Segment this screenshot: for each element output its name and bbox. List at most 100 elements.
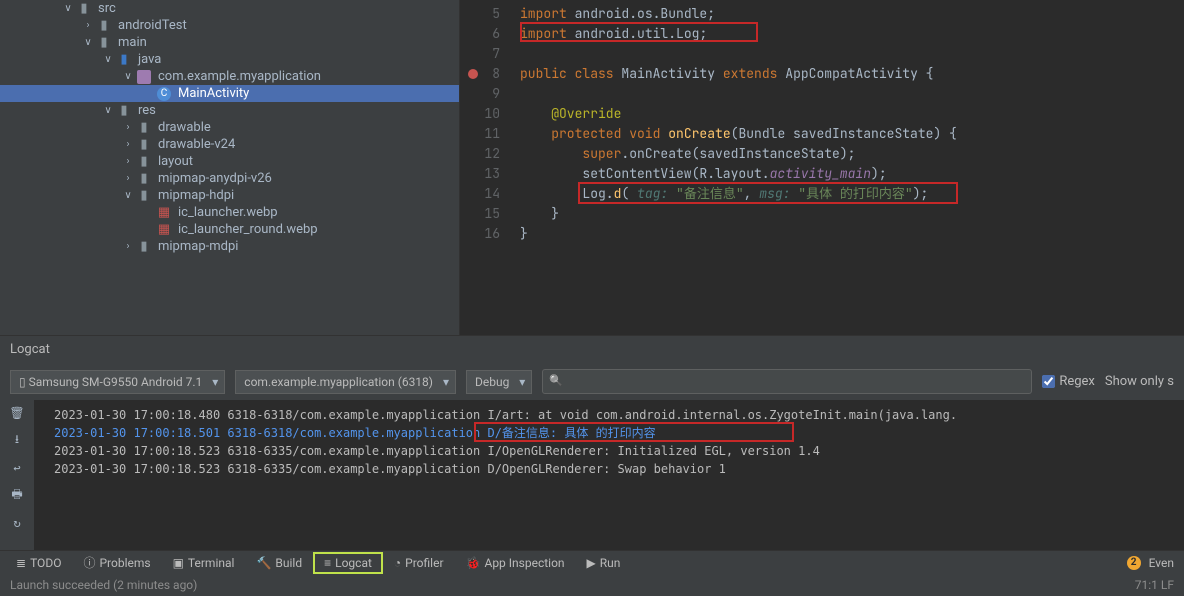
code-line[interactable]: 5import android.os.Bundle; [460, 4, 1184, 24]
tab-logcat[interactable]: ≡ Logcat [314, 553, 382, 573]
logcat-toolbar: ▯ Samsung SM-G9550 Android 7.1 com.examp… [0, 363, 1184, 400]
tab-todo[interactable]: ≣ TODO [6, 553, 71, 573]
highlight-box-log [474, 422, 794, 442]
code-editor[interactable]: 5import android.os.Bundle;6import androi… [460, 0, 1184, 335]
status-bar: Launch succeeded (2 minutes ago) 71:1 LF [0, 574, 1184, 596]
tree-item[interactable]: C MainActivity [0, 85, 459, 102]
code-line[interactable]: 13 setContentView(R.layout.activity_main… [460, 164, 1184, 184]
code-content: } [520, 204, 1184, 224]
code-line[interactable]: 12 super.onCreate(savedInstanceState); [460, 144, 1184, 164]
code-content: protected void onCreate(Bundle savedInst… [520, 124, 1184, 144]
tree-label: MainActivity [178, 86, 249, 101]
tree-item[interactable]: ›▮mipmap-mdpi [0, 238, 459, 255]
tree-item[interactable]: ic_launcher_round.webp [0, 221, 459, 238]
code-line[interactable]: 11 protected void onCreate(Bundle savedI… [460, 124, 1184, 144]
tab-terminal[interactable]: ▣ Terminal [163, 553, 245, 573]
code-line[interactable]: 9 [460, 84, 1184, 104]
tree-item[interactable]: ›▮mipmap-anydpi-v26 [0, 170, 459, 187]
gutter-line-number[interactable]: 16 [460, 224, 520, 244]
tree-item[interactable]: ∨ com.example.myapplication [0, 68, 459, 85]
chevron-icon: › [120, 241, 136, 252]
chevron-icon: › [80, 20, 96, 31]
logcat-search-input[interactable] [542, 369, 1032, 394]
tree-item[interactable]: ic_launcher.webp [0, 204, 459, 221]
code-line[interactable]: 8public class MainActivity extends AppCo… [460, 64, 1184, 84]
chevron-icon: › [120, 122, 136, 133]
gutter-line-number[interactable]: 9 [460, 84, 520, 104]
tree-label: com.example.myapplication [158, 69, 321, 84]
gutter-line-number[interactable]: 12 [460, 144, 520, 164]
folder-icon: ▮ [136, 188, 152, 203]
tree-item[interactable]: ›▮androidTest [0, 17, 459, 34]
code-line[interactable]: 16} [460, 224, 1184, 244]
event-log-button[interactable]: 2Even [1117, 553, 1184, 573]
gutter-line-number[interactable]: 7 [460, 44, 520, 64]
chevron-icon: › [120, 156, 136, 167]
tree-item[interactable]: ∨▮res [0, 102, 459, 119]
level-dropdown[interactable]: Debug [466, 370, 532, 394]
restart-icon[interactable]: ↻ [13, 516, 20, 530]
code-content: @Override [520, 104, 1184, 124]
print-icon[interactable]: 🖶 [11, 485, 22, 506]
chevron-icon: ∨ [60, 3, 76, 14]
project-tree[interactable]: ∨▮src›▮androidTest∨▮main∨▮java∨com.examp… [0, 0, 460, 335]
tree-label: ic_launcher_round.webp [178, 222, 318, 237]
trash-icon[interactable]: 🗑 [9, 406, 24, 420]
chevron-icon: ∨ [120, 71, 136, 82]
tab-build[interactable]: 🔨 Build [246, 553, 312, 573]
code-line[interactable]: 7 [460, 44, 1184, 64]
gutter-line-number[interactable]: 13 [460, 164, 520, 184]
highlight-box-import [520, 22, 758, 42]
bottom-tool-tabs: ≣ TODO ⓘ Problems ▣ Terminal 🔨 Build ≡ L… [0, 550, 1184, 574]
gutter-line-number[interactable]: 14 [460, 184, 520, 204]
code-content [520, 44, 1184, 64]
folder-icon: ▮ [136, 120, 152, 135]
gutter-line-number[interactable]: 6 [460, 24, 520, 44]
tree-label: androidTest [118, 18, 187, 33]
package-icon [136, 70, 152, 84]
class-icon: C [156, 87, 172, 101]
image-icon [156, 222, 172, 237]
logcat-title: Logcat [0, 336, 1184, 363]
tab-app-inspection[interactable]: 🐞 App Inspection [456, 553, 575, 573]
chevron-icon: ∨ [100, 54, 116, 65]
code-line[interactable]: 10 @Override [460, 104, 1184, 124]
warning-badge-icon: 2 [1127, 556, 1141, 570]
chevron-icon: ∨ [80, 37, 96, 48]
gutter-line-number[interactable]: 10 [460, 104, 520, 124]
scroll-end-icon[interactable]: ⭳ [15, 430, 19, 451]
tree-item[interactable]: ∨▮java [0, 51, 459, 68]
tree-item[interactable]: ›▮drawable-v24 [0, 136, 459, 153]
log-output[interactable]: 2023-01-30 17:00:18.480 6318-6318/com.ex… [34, 400, 1184, 550]
gutter-line-number[interactable]: 15 [460, 204, 520, 224]
tree-label: drawable-v24 [158, 137, 235, 152]
logcat-gutter: 🗑 ⭳ ↩ 🖶 ↻ [0, 400, 34, 550]
folder-icon: ▮ [116, 103, 132, 118]
tree-label: mipmap-hdpi [158, 188, 234, 203]
status-message: Launch succeeded (2 minutes ago) [10, 578, 197, 592]
tree-item[interactable]: ›▮layout [0, 153, 459, 170]
tab-profiler[interactable]: ◔ Profiler [384, 553, 454, 573]
device-dropdown[interactable]: ▯ Samsung SM-G9550 Android 7.1 [10, 370, 225, 394]
gutter-line-number[interactable]: 11 [460, 124, 520, 144]
code-line[interactable]: 15 } [460, 204, 1184, 224]
log-line[interactable]: 2023-01-30 17:00:18.523 6318-6335/com.ex… [54, 442, 1184, 460]
code-content: super.onCreate(savedInstanceState); [520, 144, 1184, 164]
gutter-line-number[interactable]: 8 [460, 64, 520, 84]
gutter-line-number[interactable]: 5 [460, 4, 520, 24]
tab-run[interactable]: ▶ Run [577, 553, 631, 573]
tree-item[interactable]: ∨▮src [0, 0, 459, 17]
softwrap-icon[interactable]: ↩ [13, 461, 20, 475]
tree-item[interactable]: ∨▮main [0, 34, 459, 51]
device-dropdown-label: Samsung SM-G9550 Android 7.1 [29, 375, 203, 389]
code-content [520, 84, 1184, 104]
process-dropdown[interactable]: com.example.myapplication (6318) [235, 370, 456, 394]
log-line[interactable]: 2023-01-30 17:00:18.523 6318-6335/com.ex… [54, 460, 1184, 478]
tab-problems[interactable]: ⓘ Problems [73, 551, 160, 574]
folder-icon: ▮ [136, 154, 152, 169]
tree-item[interactable]: ›▮drawable [0, 119, 459, 136]
tree-item[interactable]: ∨▮mipmap-hdpi [0, 187, 459, 204]
tree-label: mipmap-mdpi [158, 239, 238, 254]
code-content: } [520, 224, 1184, 244]
regex-checkbox[interactable]: Regex [1042, 374, 1095, 389]
